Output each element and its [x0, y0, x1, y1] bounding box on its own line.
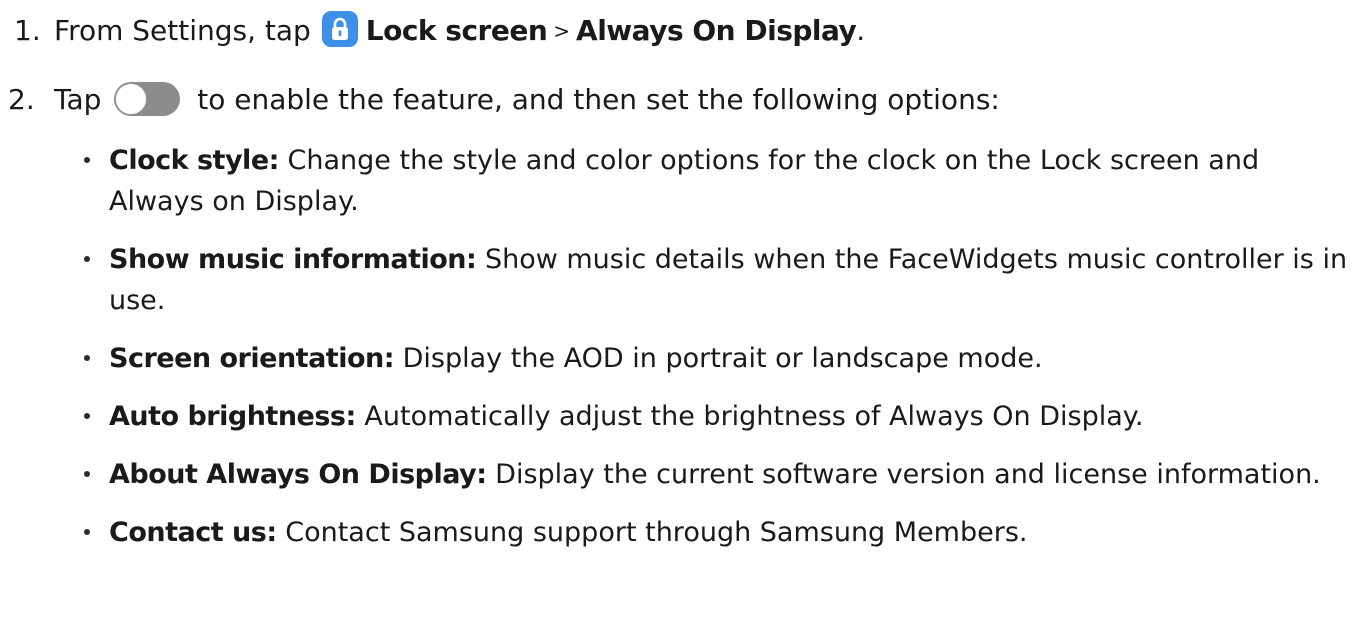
option-description: Contact Samsung support through Samsung …	[285, 517, 1028, 548]
option-contact-us: Contact us: Contact Samsung support thro…	[84, 512, 1354, 553]
option-about-always-on-display: About Always On Display: Display the cur…	[84, 454, 1354, 495]
option-title: Contact us	[109, 517, 267, 548]
lock-screen-settings-icon	[321, 11, 358, 47]
step-1-suffix: .	[856, 14, 866, 47]
option-screen-orientation: Screen orientation: Display the AOD in p…	[84, 338, 1354, 379]
option-title: Screen orientation	[109, 343, 384, 374]
option-title: About Always On Display	[109, 459, 477, 490]
step-2: 2. Tap to enable the feature, and then se…	[8, 80, 1000, 120]
always-on-display-label: Always On Display	[576, 14, 857, 47]
step-number: 2.	[8, 83, 35, 116]
option-clock-style: Clock style: Change the style and color …	[84, 140, 1354, 222]
option-title: Show music information	[109, 244, 467, 275]
toggle-switch-icon	[114, 82, 181, 116]
step-2-suffix: to enable the feature, and then set the …	[188, 83, 1000, 116]
toggle-knob	[115, 83, 148, 115]
bullet-icon	[84, 157, 90, 163]
option-auto-brightness: Auto brightness: Automatically adjust th…	[84, 396, 1354, 437]
step-1: 1. From Settings, tap Lock screen > Always …	[14, 11, 865, 51]
bullet-icon	[84, 413, 90, 419]
option-description: Automatically adjust the brightness of A…	[364, 401, 1144, 432]
option-title: Auto brightness	[109, 401, 346, 432]
bullet-icon	[84, 355, 90, 361]
instructions-document: 1. From Settings, tap Lock screen > Always …	[0, 0, 1367, 641]
option-description: Display the AOD in portrait or landscape…	[402, 343, 1043, 374]
option-title: Clock style	[109, 145, 269, 176]
step-1-prefix: From Settings, tap	[54, 14, 320, 47]
bullet-icon	[84, 256, 90, 262]
step-number: 1.	[14, 14, 41, 47]
options-list: Clock style: Change the style and color …	[84, 140, 1354, 570]
bullet-icon	[84, 471, 90, 477]
option-description: Change the style and color options for t…	[109, 145, 1260, 217]
step-2-prefix: Tap	[54, 83, 111, 116]
option-show-music-information: Show music information: Show music detai…	[84, 239, 1354, 321]
bullet-icon	[84, 529, 90, 535]
menu-separator: >	[553, 19, 571, 43]
option-description: Display the current software version and…	[495, 459, 1321, 490]
lock-screen-label: Lock screen	[365, 14, 548, 47]
